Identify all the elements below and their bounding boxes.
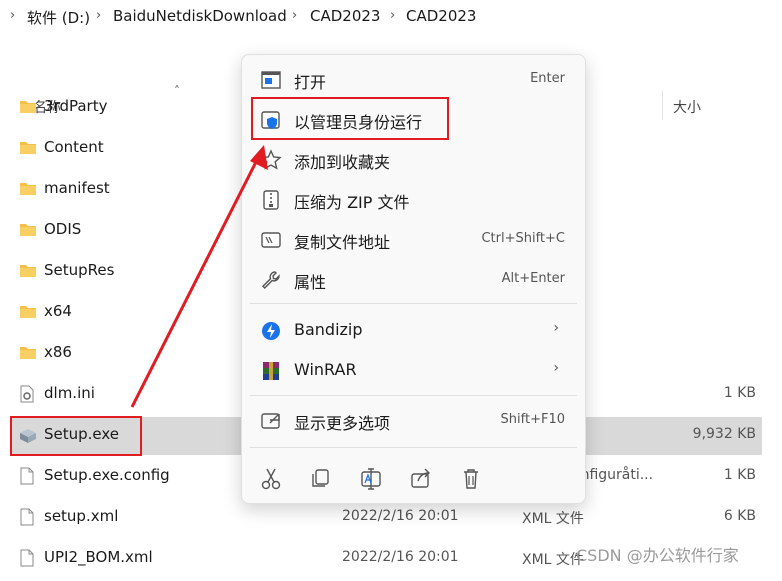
annotation-arrow-icon [130,145,268,408]
watermark: CSDN @办公软件行家 [576,546,739,565]
